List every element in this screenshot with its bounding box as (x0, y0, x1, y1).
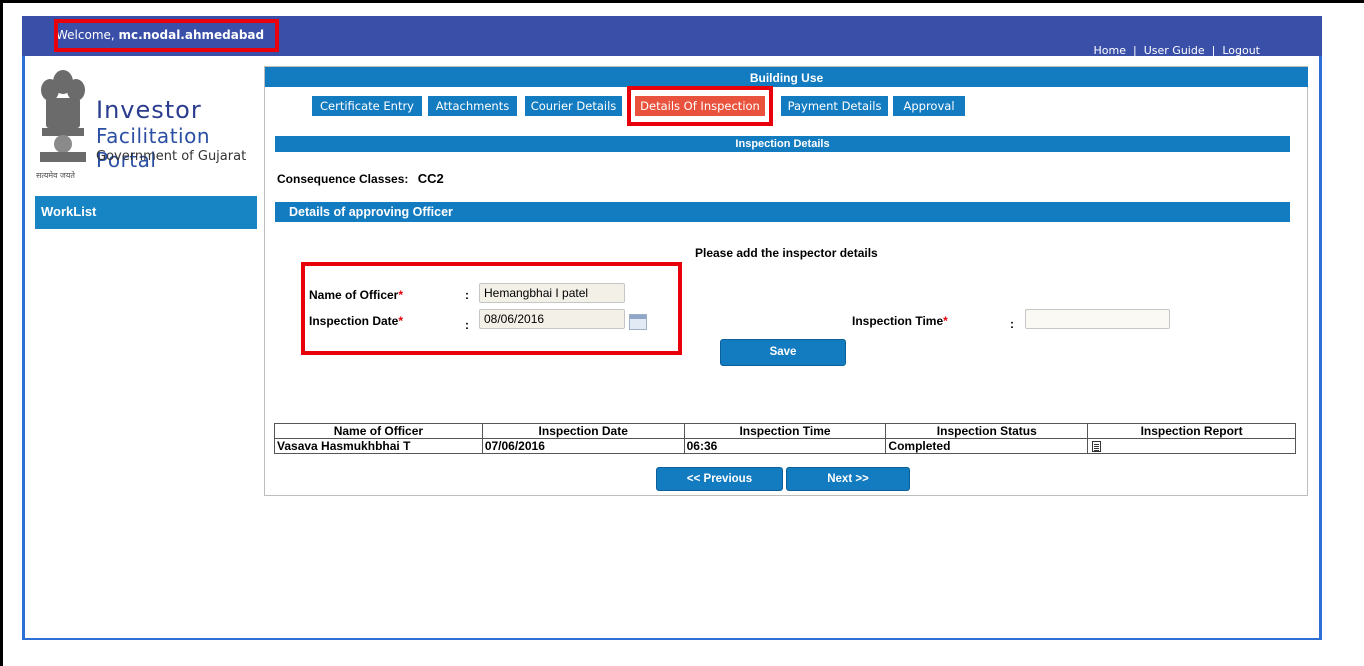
table-row: Vasava Hasmukhbhai T 07/06/2016 06:36 Co… (274, 438, 1296, 454)
cell-inspection-status: Completed (885, 438, 1089, 454)
column-header: Inspection Status (885, 423, 1089, 439)
home-link[interactable]: Home (1094, 44, 1126, 57)
next-button[interactable]: Next >> (786, 467, 910, 491)
column-header: Inspection Date (481, 423, 685, 439)
top-links: Home | User Guide | Logout (1093, 44, 1260, 57)
tab-payment-details[interactable]: Payment Details (781, 96, 888, 116)
previous-button[interactable]: << Previous (656, 467, 783, 491)
column-header: Inspection Time (683, 423, 887, 439)
portal-logo: Investor Facilitation Portal Government … (26, 60, 256, 180)
logo-motto: सत्यमेव जयते (36, 171, 75, 180)
page-title: Building Use (265, 67, 1308, 87)
cell-inspection-report (1087, 438, 1296, 454)
form-highlight-box (301, 262, 682, 355)
logo-line-1: Investor (96, 96, 202, 124)
logo-line-2: Facilitation Portal (96, 124, 210, 172)
inspection-table: Name of Officer Inspection Date Inspecti… (274, 423, 1296, 454)
logout-link[interactable]: Logout (1222, 44, 1260, 57)
consequence-classes: Consequence Classes: CC2 (277, 171, 444, 186)
tab-highlight-box (627, 86, 773, 126)
tab-courier-details[interactable]: Courier Details (525, 96, 622, 116)
outer-border-top (0, 0, 1364, 3)
table-header-row: Name of Officer Inspection Date Inspecti… (274, 423, 1296, 439)
sidebar-item-worklist[interactable]: WorkList (35, 196, 257, 229)
user-guide-link[interactable]: User Guide (1144, 44, 1205, 57)
document-icon[interactable] (1092, 441, 1102, 453)
save-button[interactable]: Save (720, 339, 846, 366)
consequence-label: Consequence Classes: (277, 172, 409, 186)
column-header: Inspection Report (1087, 423, 1296, 439)
cell-inspection-date: 07/06/2016 (481, 438, 685, 454)
consequence-value: CC2 (417, 171, 444, 186)
inspection-time-label: Inspection Time* (852, 314, 948, 328)
outer-border-left (0, 0, 3, 666)
state-emblem-icon (40, 70, 86, 162)
tab-approval[interactable]: Approval (893, 96, 965, 116)
welcome-highlight-box (54, 19, 279, 52)
cell-officer-name: Vasava Hasmukhbhai T (274, 438, 483, 454)
inspection-time-colon: : (1010, 317, 1014, 331)
inspection-details-header: Inspection Details (275, 136, 1290, 152)
column-header: Name of Officer (274, 423, 483, 439)
tab-certificate-entry[interactable]: Certificate Entry (312, 96, 422, 116)
instruction-text: Please add the inspector details (695, 246, 878, 260)
inspection-time-input[interactable] (1025, 309, 1170, 329)
approving-officer-header: Details of approving Officer (275, 202, 1290, 222)
logo-line-3: Government of Gujarat (96, 149, 247, 164)
cell-inspection-time: 06:36 (683, 438, 887, 454)
tab-attachments[interactable]: Attachments (428, 96, 517, 116)
